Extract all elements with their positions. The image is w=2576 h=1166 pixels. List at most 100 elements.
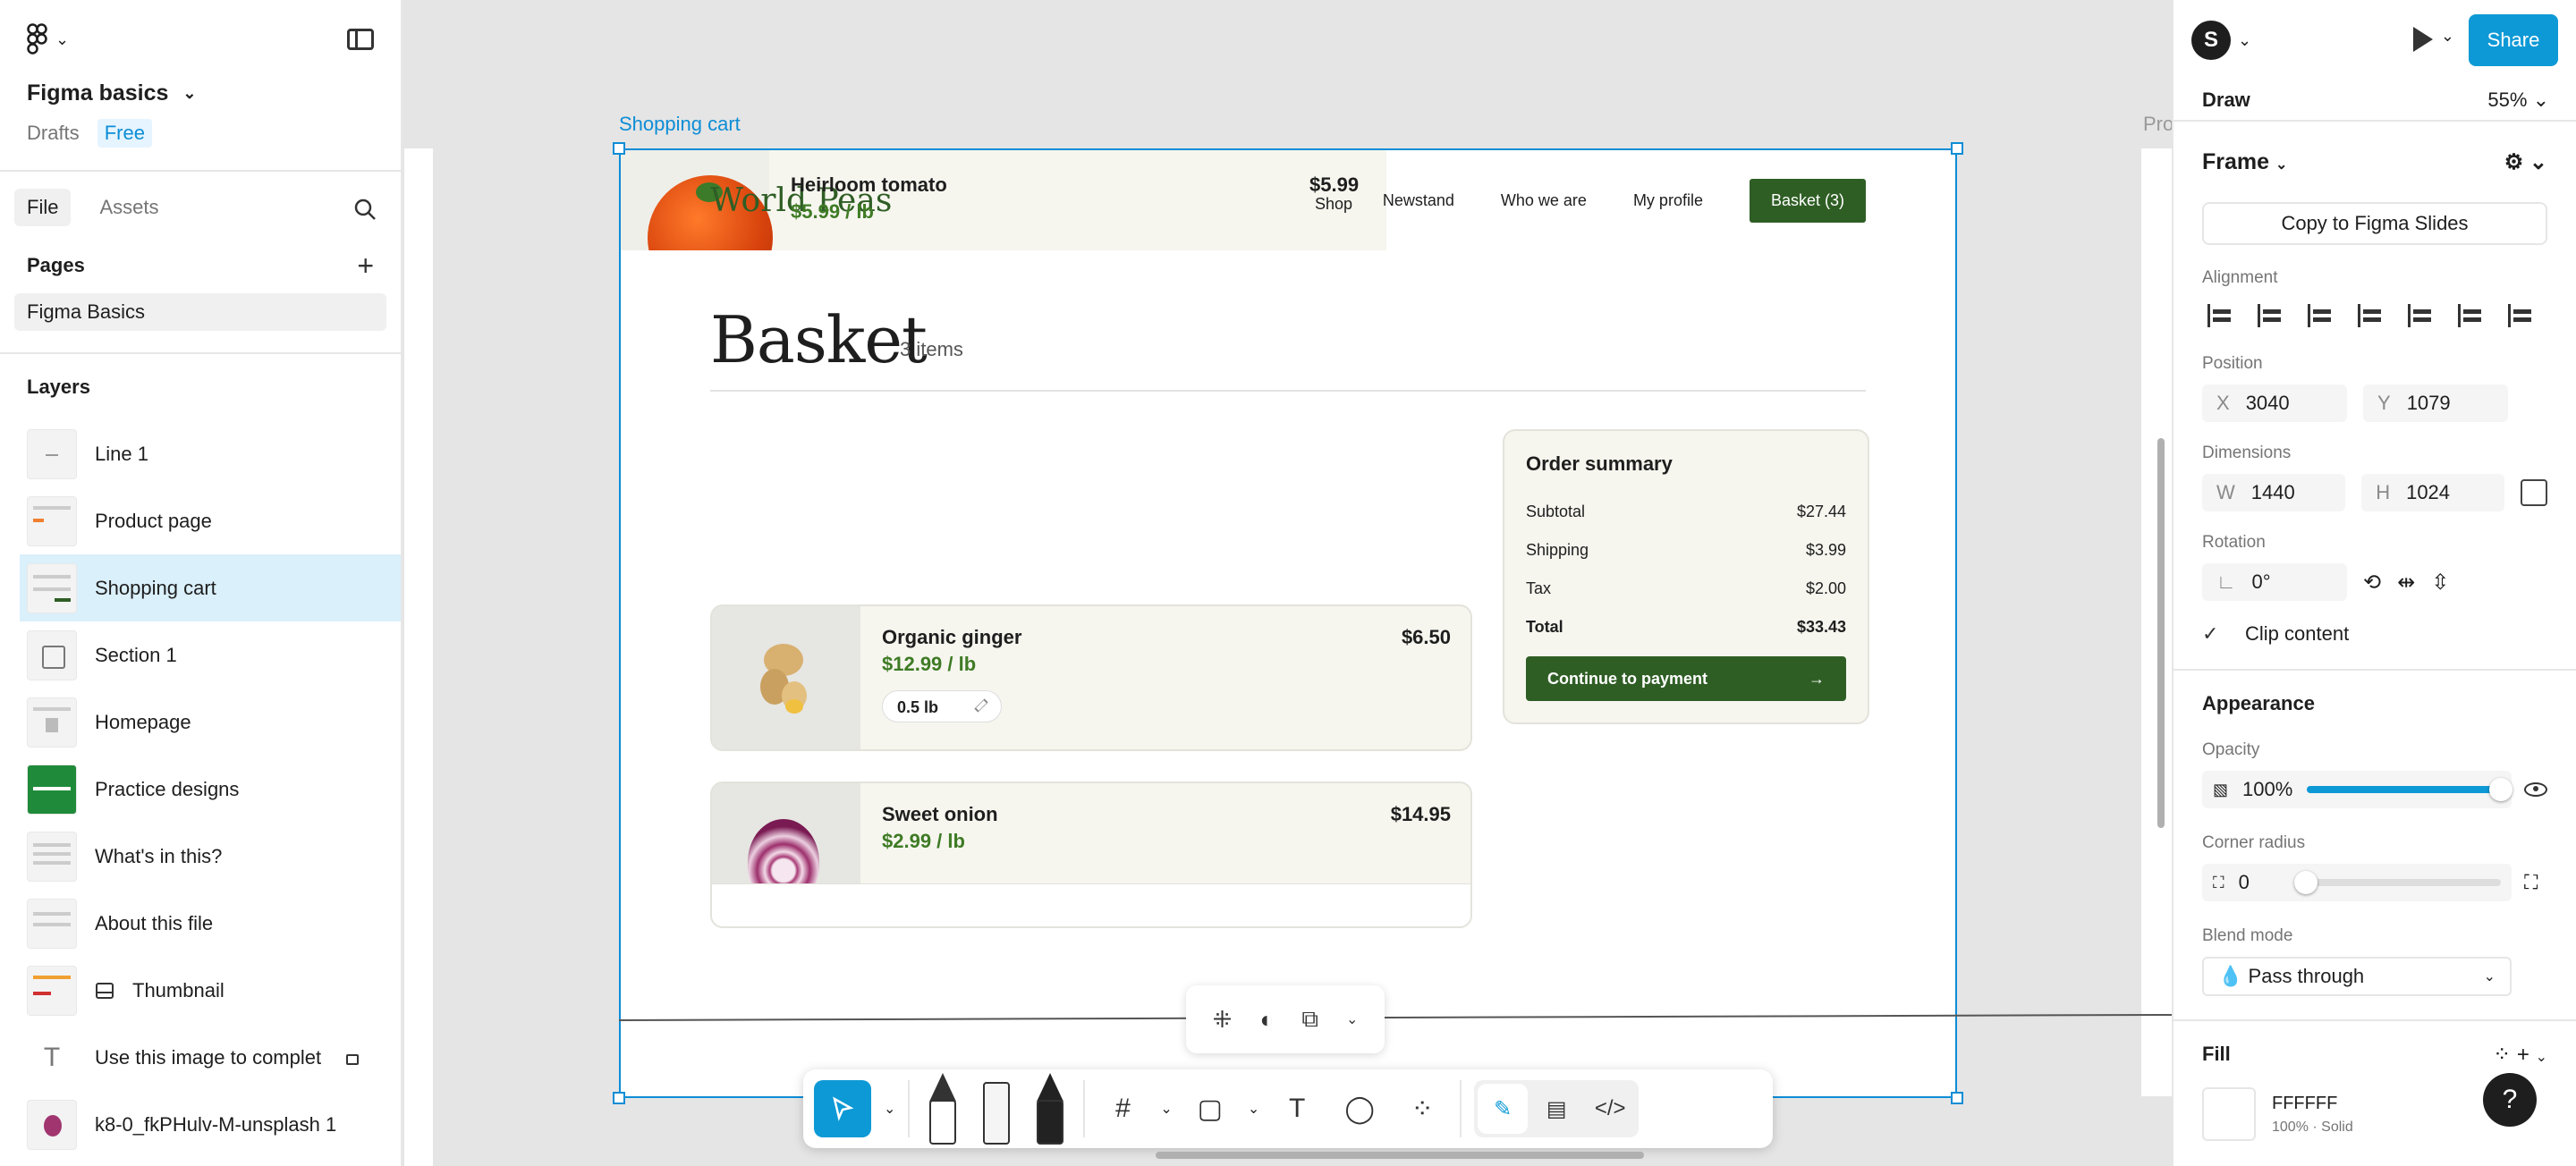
resize-to-fit-icon[interactable] — [2521, 479, 2548, 506]
tab-file[interactable]: File — [14, 189, 72, 226]
summary-label: Subtotal — [1526, 503, 1586, 520]
dev-mode-icon[interactable]: </> — [1585, 1084, 1635, 1134]
file-name-button[interactable]: Figma basics ⌄ — [27, 80, 374, 106]
move-tool-button[interactable] — [814, 1080, 871, 1137]
layer-item[interactable]: T Use this image to complet — [0, 1024, 401, 1091]
page-item-figma-basics[interactable]: Figma Basics — [14, 293, 386, 331]
help-button[interactable]: ? — [2483, 1073, 2537, 1127]
canvas[interactable]: Shopping cart Pro World Peas Heirloom to… — [404, 0, 2172, 1166]
main-menu-button[interactable]: ⌄ — [27, 23, 374, 55]
vertical-scrollbar[interactable] — [2157, 438, 2165, 828]
checkmark-icon[interactable]: ✓ — [2202, 622, 2227, 646]
slider-knob[interactable] — [2489, 778, 2512, 801]
text-tool-icon[interactable]: T — [1272, 1080, 1322, 1137]
chevron-down-icon[interactable]: ⌄ — [884, 1100, 895, 1118]
y-position-input[interactable]: Y 1079 — [2363, 384, 2508, 422]
component-icon[interactable]: ⁜ — [1213, 1006, 1233, 1034]
x-position-input[interactable]: X 3040 — [2202, 384, 2347, 422]
layer-item[interactable]: Product page — [0, 487, 401, 554]
shopping-cart-frame[interactable]: World Peas Heirloom tomato $5.99 / lb $5… — [613, 142, 1963, 1104]
resize-handle[interactable] — [1951, 142, 1963, 155]
frame-settings-icon[interactable]: ⚙ ⌄ — [2504, 149, 2547, 175]
sidebar-toggle-icon[interactable] — [347, 29, 374, 50]
avatar[interactable]: S — [2191, 21, 2231, 60]
chevron-down-icon[interactable]: ⌄ — [2238, 31, 2251, 50]
layer-item[interactable]: k8-0_fkPHulv-M-unsplash 1 — [0, 1091, 401, 1158]
rectangle-tool-icon[interactable]: ▢ — [1185, 1080, 1235, 1137]
blend-mode-select[interactable]: 💧 Pass through ⌄ — [2202, 957, 2512, 996]
chevron-down-icon[interactable]: ⌄ — [2441, 27, 2454, 46]
boolean-icon[interactable]: ⧉ — [1301, 1005, 1318, 1034]
chevron-down-icon[interactable]: ⌄ — [1248, 1100, 1259, 1118]
distribute-icon[interactable] — [2503, 299, 2537, 333]
mask-icon[interactable]: ◐ — [1259, 1006, 1274, 1034]
add-fill-icon[interactable]: + — [2517, 1043, 2529, 1067]
search-icon[interactable] — [352, 197, 377, 222]
styles-icon[interactable]: ⁘ — [2493, 1043, 2511, 1067]
resize-handle[interactable] — [613, 1092, 625, 1104]
fill-hex[interactable]: FFFFFF — [2272, 1094, 2353, 1114]
chevron-down-icon[interactable]: ⌄ — [1346, 1010, 1358, 1028]
actions-icon[interactable]: ⁘ — [1397, 1080, 1447, 1137]
summary-label: Shipping — [1526, 541, 1589, 559]
layer-item[interactable]: Line 1 — [0, 420, 401, 487]
fill-swatch[interactable] — [2202, 1087, 2256, 1141]
layer-item[interactable]: Homepage — [0, 689, 401, 756]
alignment-label: Alignment — [2202, 268, 2278, 287]
product-title: Heirloom tomato — [791, 173, 947, 196]
eye-icon[interactable] — [2524, 782, 2547, 797]
slider-knob[interactable] — [2293, 871, 2318, 894]
drafts-link[interactable]: Drafts — [27, 122, 80, 145]
zoom-dropdown[interactable]: 55% ⌄ — [2487, 89, 2549, 112]
corner-radius-slider[interactable] — [2293, 871, 2501, 894]
frame-label-partial[interactable]: Pro — [2143, 113, 2172, 136]
rotate-icon[interactable]: ⟲ — [2363, 570, 2381, 596]
pen-tool-icon[interactable] — [922, 1073, 963, 1145]
file-name: Figma basics — [27, 80, 169, 106]
layer-item-selected[interactable]: Shopping cart — [20, 554, 401, 621]
align-center-h-icon[interactable] — [2252, 299, 2286, 333]
design-mode-icon[interactable]: ▤ — [1531, 1084, 1581, 1134]
resize-handle[interactable] — [1951, 1092, 1963, 1104]
resize-handle[interactable] — [613, 142, 625, 155]
frame-label[interactable]: Shopping cart — [619, 113, 741, 136]
flip-horizontal-icon[interactable]: ⇹ — [2397, 570, 2415, 596]
independent-corners-icon[interactable]: ⛶ — [2524, 871, 2538, 894]
flip-vertical-icon[interactable]: ⇳ — [2431, 570, 2449, 596]
product-card-overlay[interactable]: World Peas Heirloom tomato $5.99 / lb $5… — [621, 150, 1386, 250]
adjacent-frame — [2141, 148, 2172, 1096]
height-input[interactable]: H 1024 — [2361, 474, 2505, 511]
frame-tool-icon[interactable]: # — [1097, 1080, 1148, 1137]
layer-item[interactable]: Practice designs — [0, 756, 401, 823]
pencil-tool-icon[interactable] — [1030, 1073, 1071, 1145]
present-icon[interactable] — [2413, 27, 2433, 52]
marker-tool-icon[interactable] — [976, 1073, 1017, 1145]
clip-content-row[interactable]: ✓ Clip content — [2202, 622, 2547, 646]
rotation-input[interactable]: ∟ 0° — [2202, 563, 2347, 601]
align-right-icon[interactable] — [2302, 299, 2336, 333]
align-top-icon[interactable] — [2352, 299, 2386, 333]
layer-item[interactable]: About this file — [0, 890, 401, 957]
tab-assets[interactable]: Assets — [87, 189, 171, 226]
align-center-v-icon[interactable] — [2402, 299, 2436, 333]
opacity-slider[interactable] — [2307, 778, 2512, 801]
layer-item[interactable]: Thumbnail — [0, 957, 401, 1024]
add-page-icon[interactable]: + — [357, 249, 374, 283]
corner-radius-control[interactable]: ⛶ 0 — [2202, 864, 2512, 901]
comment-tool-icon[interactable]: ◯ — [1335, 1080, 1385, 1137]
copy-to-slides-button[interactable]: Copy to Figma Slides — [2202, 202, 2547, 245]
layer-item[interactable]: What's in this? — [0, 823, 401, 890]
share-button[interactable]: Share — [2469, 14, 2558, 66]
opacity-control[interactable]: ▧ 100% — [2202, 771, 2512, 808]
horizontal-scrollbar[interactable] — [1156, 1152, 1644, 1159]
layer-item[interactable]: Section 1 — [0, 621, 401, 689]
align-bottom-icon[interactable] — [2453, 299, 2487, 333]
frame-type-dropdown[interactable]: Frame ⌄ — [2202, 149, 2287, 175]
items-count: 3 items — [900, 338, 963, 360]
draw-mode-icon[interactable]: ✎ — [1478, 1084, 1529, 1134]
chevron-down-icon[interactable]: ⌄ — [1160, 1100, 1172, 1118]
width-input[interactable]: W 1440 — [2202, 474, 2346, 511]
plan-badge[interactable]: Free — [97, 119, 152, 148]
align-left-icon[interactable] — [2202, 299, 2236, 333]
chevron-down-icon[interactable]: ⌄ — [2536, 1050, 2547, 1065]
